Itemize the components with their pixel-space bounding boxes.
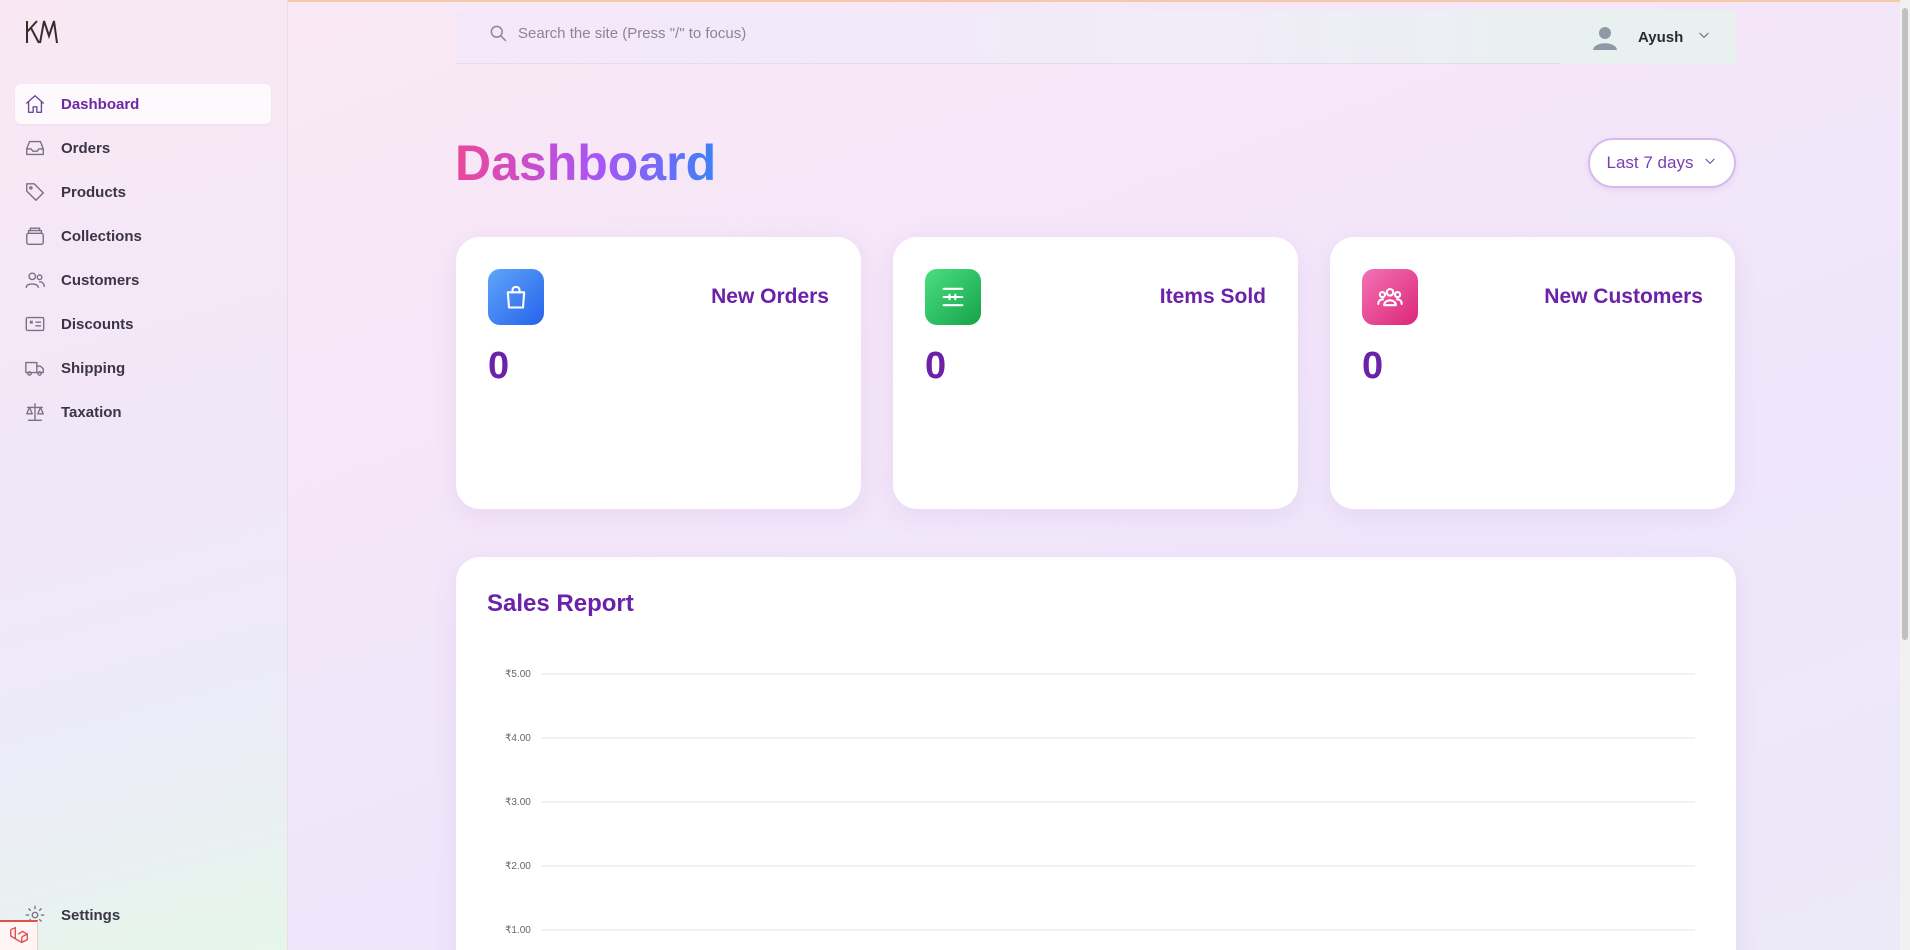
sidebar-item-label: Products bbox=[61, 183, 127, 201]
sidebar-item-taxation[interactable]: Taxation bbox=[15, 392, 271, 432]
user-menu[interactable]: Ayush bbox=[1560, 10, 1736, 64]
scrollbar-thumb[interactable] bbox=[1902, 8, 1908, 640]
sidebar-item-label: Discounts bbox=[61, 315, 134, 333]
tag-icon bbox=[24, 181, 46, 203]
archive-icon bbox=[24, 225, 46, 247]
sidebar-item-products[interactable]: Products bbox=[15, 172, 271, 212]
card-value: 0 bbox=[488, 345, 510, 387]
home-icon bbox=[24, 93, 46, 115]
framework-badge[interactable] bbox=[0, 920, 38, 950]
shopping-bag-icon bbox=[488, 269, 544, 325]
card-value: 0 bbox=[1362, 345, 1384, 387]
sidebar-item-label: Dashboard bbox=[61, 95, 140, 113]
stat-card-items-sold: Items Sold 0 bbox=[893, 237, 1298, 509]
sidebar-item-dashboard[interactable]: Dashboard bbox=[15, 84, 271, 124]
sidebar-item-label: Shipping bbox=[61, 359, 126, 377]
sidebar-item-label: Customers bbox=[61, 271, 140, 289]
sidebar: Dashboard Orders Products Collections Cu… bbox=[0, 0, 288, 950]
avatar bbox=[1590, 22, 1620, 52]
sidebar-item-shipping[interactable]: Shipping bbox=[15, 348, 271, 388]
search-icon bbox=[488, 23, 508, 43]
y-tick-label: ₹4.00 bbox=[505, 733, 531, 744]
users-icon bbox=[24, 269, 46, 291]
chevron-down-icon bbox=[1703, 154, 1717, 173]
sidebar-item-discounts[interactable]: Discounts bbox=[15, 304, 271, 344]
inbox-icon bbox=[24, 137, 46, 159]
card-title: New Orders bbox=[711, 285, 829, 308]
sales-report-panel: Sales Report ₹5.00 ₹4.00 ₹3.00 ₹2.00 ₹1.00 bbox=[456, 557, 1736, 950]
stat-card-new-orders: New Orders 0 bbox=[456, 237, 861, 509]
ticket-icon bbox=[24, 313, 46, 335]
sidebar-item-label: Orders bbox=[61, 139, 111, 157]
sidebar-item-collections[interactable]: Collections bbox=[15, 216, 271, 256]
card-title: New Customers bbox=[1544, 285, 1703, 308]
chevron-down-icon bbox=[1697, 28, 1711, 47]
y-tick-label: ₹5.00 bbox=[505, 669, 531, 680]
sidebar-nav: Dashboard Orders Products Collections Cu… bbox=[15, 84, 271, 436]
sliders-icon bbox=[925, 269, 981, 325]
page-title: Dashboard bbox=[455, 130, 716, 196]
user-group-icon bbox=[1362, 269, 1418, 325]
scale-icon bbox=[24, 401, 46, 423]
topbar: Ayush bbox=[456, 10, 1736, 64]
sidebar-item-customers[interactable]: Customers bbox=[15, 260, 271, 300]
search-input[interactable] bbox=[518, 20, 1418, 46]
user-name: Ayush bbox=[1638, 28, 1684, 46]
date-range-select[interactable]: Last 7 days bbox=[1588, 138, 1736, 188]
brand-logo[interactable] bbox=[25, 18, 59, 46]
card-title: Items Sold bbox=[1159, 285, 1266, 308]
y-tick-label: ₹3.00 bbox=[505, 797, 531, 808]
y-tick-label: ₹1.00 bbox=[505, 925, 531, 936]
sales-chart: ₹5.00 ₹4.00 ₹3.00 ₹2.00 ₹1.00 bbox=[505, 669, 1695, 936]
scrollbar[interactable] bbox=[1900, 0, 1910, 950]
stat-card-new-customers: New Customers 0 bbox=[1330, 237, 1735, 509]
y-tick-label: ₹2.00 bbox=[505, 861, 531, 872]
sidebar-item-label: Collections bbox=[61, 227, 142, 245]
sidebar-item-settings[interactable]: Settings bbox=[24, 904, 120, 926]
sidebar-item-label: Taxation bbox=[61, 403, 122, 421]
truck-icon bbox=[24, 357, 46, 379]
date-range-label: Last 7 days bbox=[1606, 153, 1694, 172]
laravel-icon bbox=[9, 926, 28, 944]
sidebar-item-orders[interactable]: Orders bbox=[15, 128, 271, 168]
settings-label: Settings bbox=[61, 906, 121, 924]
card-value: 0 bbox=[925, 345, 947, 387]
